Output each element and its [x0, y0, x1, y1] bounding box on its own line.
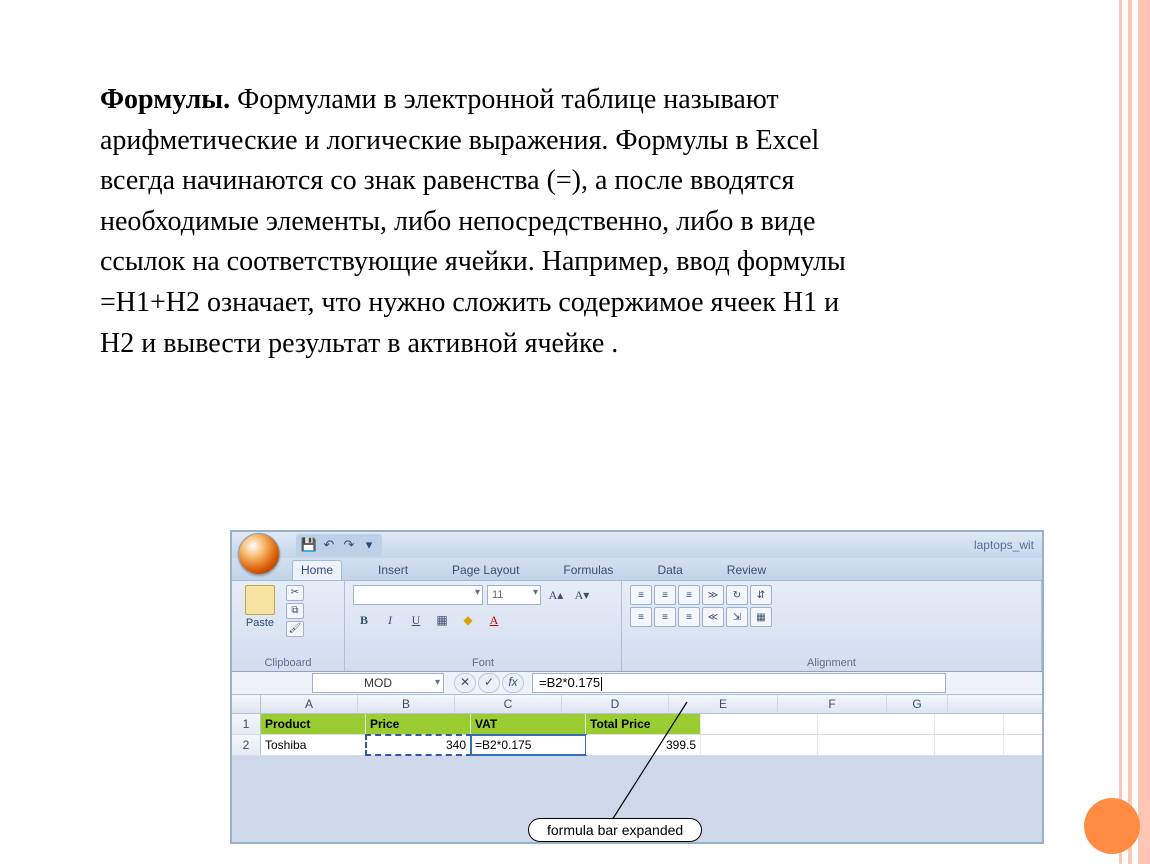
col-header-A[interactable]: A	[261, 695, 358, 713]
paragraph-lead: Формулы.	[100, 84, 230, 115]
format-painter-icon[interactable]: 🖌	[286, 621, 304, 637]
cell-G2[interactable]	[935, 735, 1004, 755]
tab-review[interactable]: Review	[719, 561, 774, 580]
group-clipboard-label: Clipboard	[240, 654, 336, 669]
save-icon[interactable]: 💾	[302, 538, 316, 552]
tab-data[interactable]: Data	[649, 561, 690, 580]
cell-E1[interactable]	[701, 714, 818, 734]
paragraph-body: Формулами в электронной таблице называют…	[100, 84, 846, 359]
column-headers: A B C D E F G	[232, 695, 1042, 714]
paste-label: Paste	[240, 617, 280, 629]
orientation-icon[interactable]: ≫	[702, 585, 724, 605]
col-header-G[interactable]: G	[887, 695, 948, 713]
cell-D2[interactable]: 399.5	[586, 735, 701, 755]
cell-C1[interactable]: VAT	[471, 714, 586, 734]
tab-insert[interactable]: Insert	[370, 561, 416, 580]
callout-label: formula bar expanded	[528, 818, 702, 842]
group-alignment-label: Alignment	[630, 654, 1033, 669]
ribbon-body: Paste ✂ ⧉ 🖌 Clipboard 11 A▴ A▾ B	[232, 580, 1042, 672]
shrink-font-icon[interactable]: A▾	[571, 586, 593, 604]
col-header-C[interactable]: C	[455, 695, 562, 713]
font-color-icon[interactable]: A	[483, 611, 505, 629]
paste-icon	[245, 585, 275, 615]
workbook-title: laptops_wit	[974, 538, 1034, 552]
enter-icon[interactable]: ✓	[478, 673, 500, 693]
worksheet-grid[interactable]: A B C D E F G 1 Product Price VAT Total …	[232, 695, 1042, 756]
italic-button[interactable]: I	[379, 611, 401, 629]
select-all-corner[interactable]	[232, 695, 261, 713]
cell-F1[interactable]	[818, 714, 935, 734]
align-left-icon[interactable]: ≡	[630, 607, 652, 627]
row-header-1[interactable]: 1	[232, 714, 261, 734]
alignment-buttons: ≡ ≡ ≡ ≫ ↻ ⇵ ≡ ≡ ≡ ≪ ⇲ ▦	[630, 585, 1033, 627]
cell-E2[interactable]	[701, 735, 818, 755]
decrease-indent-icon[interactable]: ≪	[702, 607, 724, 627]
border-icon[interactable]: ▦	[431, 611, 453, 629]
cut-icon[interactable]: ✂	[286, 585, 304, 601]
align-center-icon[interactable]: ≡	[654, 607, 676, 627]
col-header-B[interactable]: B	[358, 695, 455, 713]
name-box[interactable]: MOD	[312, 673, 444, 693]
fx-icon[interactable]: fx	[502, 673, 524, 693]
quick-access-toolbar: 💾 ↶ ↷ ▾	[296, 534, 382, 556]
row-1: 1 Product Price VAT Total Price	[232, 714, 1042, 735]
tab-home[interactable]: Home	[292, 560, 342, 580]
slide-side-decoration	[1112, 0, 1150, 864]
font-size-combo[interactable]: 11	[487, 585, 541, 605]
increase-indent-icon[interactable]: ⇲	[726, 607, 748, 627]
excel-screenshot: 💾 ↶ ↷ ▾ laptops_wit Home Insert Page Lay…	[230, 530, 1044, 844]
cell-B1[interactable]: Price	[366, 714, 471, 734]
undo-icon[interactable]: ↶	[322, 538, 336, 552]
tab-formulas[interactable]: Formulas	[555, 561, 621, 580]
cancel-icon[interactable]: ✕	[454, 673, 476, 693]
align-top-icon[interactable]: ≡	[630, 585, 652, 605]
grow-font-icon[interactable]: A▴	[545, 586, 567, 604]
font-name-combo[interactable]	[353, 585, 483, 605]
copy-icon[interactable]: ⧉	[286, 603, 304, 619]
cell-A2[interactable]: Toshiba	[261, 735, 366, 755]
group-alignment: ≡ ≡ ≡ ≫ ↻ ⇵ ≡ ≡ ≡ ≪ ⇲ ▦ Alignment	[622, 581, 1042, 671]
qat-more-icon[interactable]: ▾	[362, 538, 376, 552]
align-bottom-icon[interactable]: ≡	[678, 585, 700, 605]
cell-C2-active[interactable]: =B2*0.175	[471, 735, 586, 755]
paste-button[interactable]: Paste	[240, 585, 280, 629]
row-2: 2 Toshiba 340 =B2*0.175 399.5	[232, 735, 1042, 756]
tab-page-layout[interactable]: Page Layout	[444, 561, 527, 580]
formula-bar-input[interactable]: =B2*0.175	[532, 673, 946, 693]
group-font-label: Font	[353, 654, 613, 669]
slide-corner-circle	[1084, 798, 1140, 854]
slide-paragraph: Формулы. Формулами в электронной таблице…	[100, 80, 880, 364]
formula-bar-value: =B2*0.175	[539, 675, 600, 690]
col-header-F[interactable]: F	[778, 695, 887, 713]
row-header-2[interactable]: 2	[232, 735, 261, 755]
cell-F2[interactable]	[818, 735, 935, 755]
cell-D1[interactable]: Total Price	[586, 714, 701, 734]
formula-bar: MOD ✕ ✓ fx =B2*0.175	[232, 672, 1042, 695]
align-middle-icon[interactable]: ≡	[654, 585, 676, 605]
col-header-D[interactable]: D	[562, 695, 669, 713]
underline-button[interactable]: U	[405, 611, 427, 629]
redo-icon[interactable]: ↷	[342, 538, 356, 552]
group-clipboard: Paste ✂ ⧉ 🖌 Clipboard	[232, 581, 345, 671]
cell-A1[interactable]: Product	[261, 714, 366, 734]
alignment-dialog-icon[interactable]: ▦	[750, 607, 772, 627]
col-header-E[interactable]: E	[669, 695, 778, 713]
merge-icon[interactable]: ⇵	[750, 585, 772, 605]
text-caret	[601, 677, 602, 691]
group-font: 11 A▴ A▾ B I U ▦ ◆ A Font	[345, 581, 622, 671]
wrap-text-icon[interactable]: ↻	[726, 585, 748, 605]
office-button[interactable]	[238, 533, 280, 575]
cell-B2[interactable]: 340	[366, 735, 471, 755]
align-right-icon[interactable]: ≡	[678, 607, 700, 627]
ribbon-tabs: Home Insert Page Layout Formulas Data Re…	[232, 558, 1042, 580]
fill-color-icon[interactable]: ◆	[457, 611, 479, 629]
bold-button[interactable]: B	[353, 611, 375, 629]
cell-G1[interactable]	[935, 714, 1004, 734]
excel-titlebar: 💾 ↶ ↷ ▾ laptops_wit	[232, 532, 1042, 558]
